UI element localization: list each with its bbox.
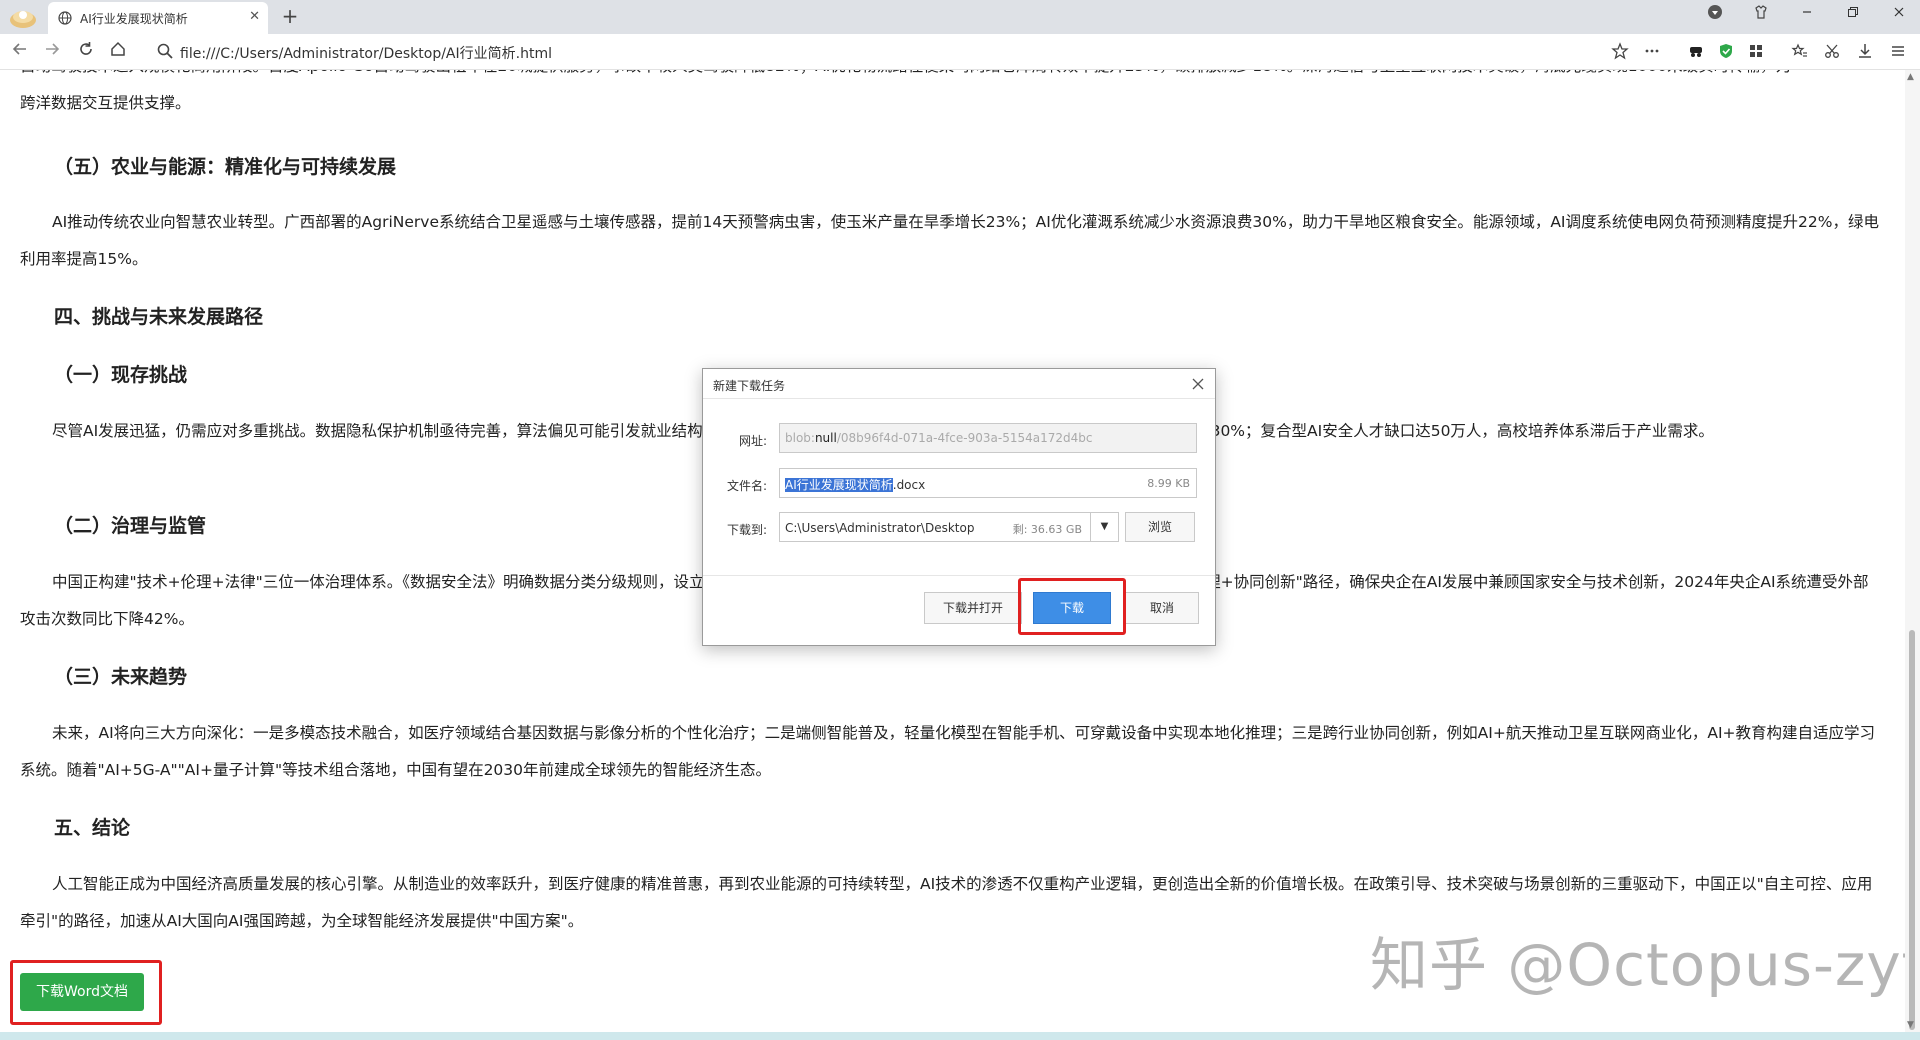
save-to-label: 下载到:: [726, 523, 767, 537]
chapter-heading: 五、结论: [54, 817, 131, 839]
address-bar[interactable]: file:///C:/Users/Administrator/Desktop/A…: [180, 43, 552, 63]
chapter-heading: 四、挑战与未来发展路径: [54, 306, 264, 328]
url-label: 网址:: [738, 434, 767, 448]
scroll-down-icon[interactable]: ▼: [1907, 1020, 1914, 1030]
divider: [703, 398, 1215, 399]
scissors-icon[interactable]: [1822, 42, 1842, 62]
window-close-icon[interactable]: [1884, 4, 1914, 26]
skin-icon[interactable]: [1746, 4, 1776, 27]
status-strip: [0, 1032, 1920, 1040]
section-heading: （一）现存挑战: [54, 364, 188, 386]
scroll-up-icon[interactable]: ▲: [1907, 72, 1914, 82]
download-and-open-button[interactable]: 下载并打开: [924, 592, 1022, 624]
globe-icon: [58, 11, 72, 25]
tab-title: AI行业发展现状简析: [80, 12, 188, 26]
navigation-bar: file:///C:/Users/Administrator/Desktop/A…: [0, 34, 1920, 70]
home-icon[interactable]: [106, 40, 130, 64]
browse-button[interactable]: 浏览: [1125, 512, 1195, 542]
url-prefix: blob:: [785, 431, 815, 445]
apps-grid-icon[interactable]: [1746, 42, 1766, 62]
incognito-icon[interactable]: [1686, 42, 1706, 62]
shield-icon[interactable]: [1716, 42, 1736, 62]
paragraph-partial: 自动驾驶技术进入规模化商用阶段。百度Apollo Go自动驾驶出租车在20城提供…: [20, 70, 1882, 85]
paragraph-partial-end: 跨洋数据交互提供支撑。: [20, 94, 191, 112]
url-rest: /08b96f4d-071a-4fce-903a-5154a172d4bc: [836, 431, 1093, 445]
dialog-title: 新建下载任务: [713, 379, 786, 393]
bookmark-star-icon[interactable]: [1610, 42, 1630, 62]
save-path-field[interactable]: C:\Users\Administrator\Desktop 剩: 36.63 …: [779, 512, 1119, 542]
download-word-button[interactable]: 下载Word文档: [20, 973, 144, 1011]
section-heading: （五）农业与能源：精准化与可持续发展: [54, 156, 397, 178]
section-paragraph: AI推动传统农业向智慧农业转型。广西部署的AgriNerve系统结合卫星遥感与土…: [20, 213, 1879, 268]
filename-label: 文件名:: [726, 479, 767, 493]
more-icon[interactable]: [1642, 42, 1662, 62]
filename-field[interactable]: AI行业发展现状简析.docx 8.99 KB: [779, 468, 1197, 498]
free-space: 剩: 36.63 GB: [1012, 523, 1082, 536]
scrollbar[interactable]: ▲ ▼: [1905, 70, 1920, 1032]
reload-icon[interactable]: [74, 40, 98, 64]
filename-extension: .docx: [892, 478, 926, 492]
filename-selection: AI行业发展现状简析: [785, 478, 893, 492]
file-size: 8.99 KB: [1147, 477, 1190, 490]
forward-icon[interactable]: [40, 40, 64, 64]
browser-logo-icon[interactable]: [8, 4, 38, 30]
highlight-box: [1018, 578, 1126, 635]
back-icon[interactable]: [8, 40, 32, 64]
chevron-down-icon[interactable]: ▼: [1090, 513, 1118, 541]
close-tab-icon[interactable]: ✕: [249, 9, 260, 24]
url-mid: null: [814, 431, 837, 445]
tab-bar: AI行业发展现状简析 ✕ +: [0, 0, 1920, 34]
section-heading: （三）未来趋势: [54, 666, 188, 688]
url-field: blob:null/08b96f4d-071a-4fce-903a-5154a1…: [779, 423, 1197, 453]
divider: [703, 575, 1215, 576]
section-paragraph: 未来，AI将向三大方向深化：一是多模态技术融合，如医疗领域结合基因数据与影像分析…: [20, 724, 1876, 779]
dialog-close-icon[interactable]: [1191, 373, 1205, 396]
minimize-icon[interactable]: [1792, 4, 1822, 26]
scrollbar-thumb[interactable]: [1909, 630, 1915, 1030]
save-path: C:\Users\Administrator\Desktop: [785, 521, 975, 535]
favorites-icon[interactable]: [1790, 42, 1810, 62]
download-dialog: 新建下载任务 网址: blob:null/08b96f4d-071a-4fce-…: [702, 368, 1216, 646]
search-icon: [157, 43, 173, 59]
restore-icon[interactable]: [1838, 4, 1868, 26]
section-heading: （二）治理与监管: [54, 515, 207, 537]
download-icon[interactable]: [1855, 42, 1875, 62]
cancel-button[interactable]: 取消: [1125, 592, 1199, 624]
account-icon[interactable]: [1700, 4, 1730, 27]
menu-icon[interactable]: [1888, 42, 1908, 62]
tab-active[interactable]: AI行业发展现状简析 ✕: [48, 2, 268, 34]
watermark: 知乎 @Octopus-zyf: [1370, 931, 1920, 999]
new-tab-button[interactable]: +: [278, 4, 302, 28]
